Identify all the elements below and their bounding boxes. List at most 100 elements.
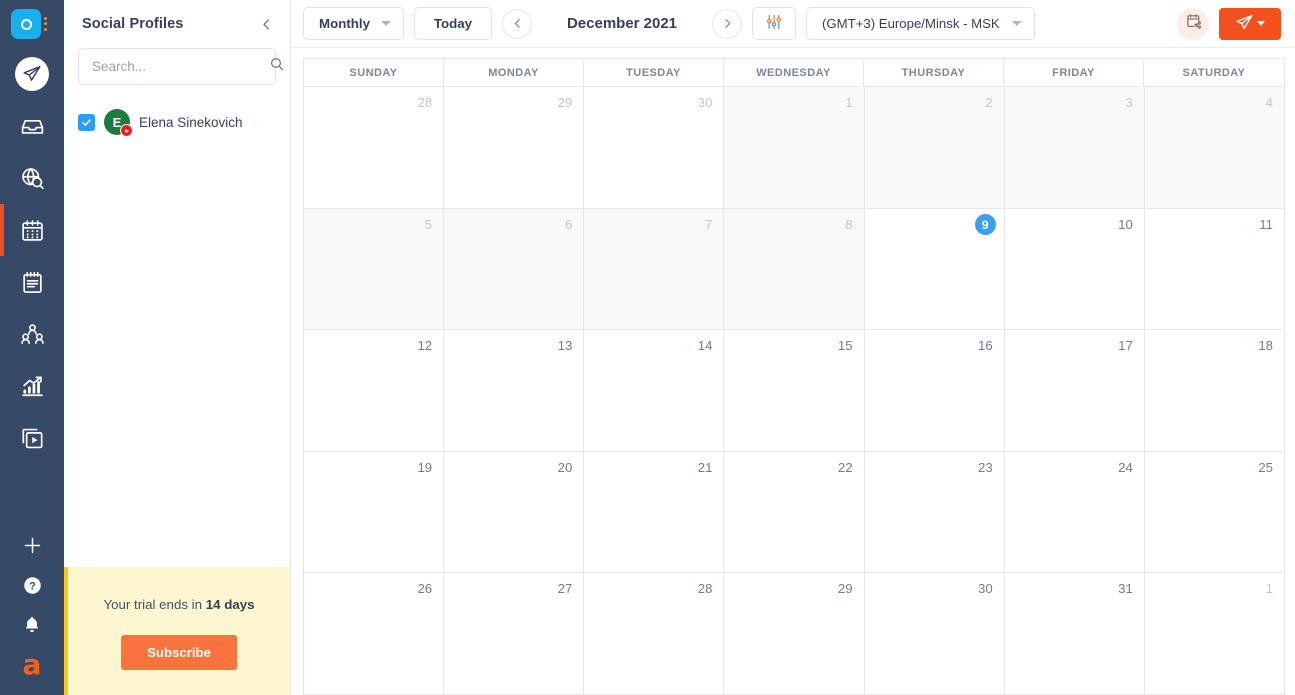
calendar-container: SUNDAY MONDAY TUESDAY WEDNESDAY THURSDAY… <box>291 48 1295 695</box>
ring-logo-icon[interactable] <box>11 9 41 39</box>
calendar-day-cell[interactable]: 31 <box>1004 573 1145 695</box>
question-circle-icon: ? <box>23 576 42 595</box>
calendar-share-icon <box>1185 13 1202 35</box>
calendar-day-cell[interactable]: 15 <box>724 330 865 452</box>
trial-text-prefix: Your trial ends in <box>103 597 206 612</box>
users-icon <box>20 322 45 347</box>
timezone-selector[interactable]: (GMT+3) Europe/Minsk - MSK <box>806 7 1035 40</box>
calendar-day-cell[interactable]: 28 <box>584 573 725 695</box>
day-number: 31 <box>1118 581 1133 597</box>
day-number: 25 <box>1258 459 1273 475</box>
sidebar-item-media[interactable] <box>0 412 64 464</box>
day-number: 18 <box>1258 338 1273 354</box>
subscribe-button[interactable]: Subscribe <box>121 635 237 670</box>
sidebar-header: Social Profiles <box>64 0 290 48</box>
sidebar-item-calendar[interactable] <box>0 204 64 256</box>
calendar-day-cell[interactable]: 23 <box>864 451 1005 574</box>
calendar-day-cell[interactable]: 7 <box>584 208 725 331</box>
calendar-day-cell[interactable]: 29 <box>724 573 865 695</box>
calendar-day-cell[interactable]: 24 <box>1004 451 1145 574</box>
list-item[interactable]: E Elena Sinekovich <box>78 109 276 137</box>
calendar-day-cell[interactable]: 16 <box>864 330 1005 452</box>
day-number: 24 <box>1118 459 1133 475</box>
next-month-button[interactable] <box>712 8 742 39</box>
day-number: 28 <box>417 95 433 110</box>
profile-checkbox[interactable] <box>78 113 95 131</box>
day-number: 22 <box>837 459 853 475</box>
calendar-day-cell[interactable]: 1 <box>1144 573 1285 695</box>
day-number: 15 <box>837 338 853 354</box>
day-number: 1 <box>845 95 853 110</box>
timezone-label: (GMT+3) Europe/Minsk - MSK <box>822 16 1000 31</box>
calendar-day-cell[interactable]: 12 <box>304 330 445 452</box>
profiles-list: E Elena Sinekovich <box>64 85 290 567</box>
notepad-icon <box>20 270 45 295</box>
calendar-day-cell[interactable]: 28 <box>304 87 445 209</box>
calendar-day-cell[interactable]: 4 <box>1144 87 1285 209</box>
day-number: 17 <box>1118 338 1133 354</box>
calendar-day-cell[interactable]: 11 <box>1144 208 1285 331</box>
inbox-icon <box>20 114 45 139</box>
day-number: 4 <box>1265 95 1273 110</box>
day-number: 29 <box>557 95 573 110</box>
view-selector[interactable]: Monthly <box>303 7 404 40</box>
brand-a-logo[interactable]: a <box>0 645 64 685</box>
day-number: 5 <box>424 216 433 232</box>
calendar-day-cell[interactable]: 14 <box>584 330 725 452</box>
calendar-day-cell[interactable]: 10 <box>1004 208 1145 331</box>
calendar-share-button[interactable] <box>1177 7 1209 40</box>
day-number: 29 <box>837 581 853 597</box>
day-number: 2 <box>985 95 993 110</box>
page-title: Social Profiles <box>82 16 184 32</box>
day-number: 30 <box>978 581 993 597</box>
chevron-down-icon <box>1257 21 1265 26</box>
calendar-day-cell[interactable]: 26 <box>304 573 445 695</box>
avatar: E <box>104 109 133 137</box>
calendar-day-cell[interactable]: 3 <box>1004 87 1145 209</box>
calendar-day-cell[interactable]: 22 <box>724 451 865 574</box>
sidebar-item-publish[interactable] <box>0 48 64 100</box>
sidebar-item-audience[interactable] <box>0 308 64 360</box>
sidebar-item-inbox[interactable] <box>0 100 64 152</box>
calendar-day-cell[interactable]: 1 <box>724 87 865 209</box>
calendar-day-cell[interactable]: 21 <box>584 451 725 574</box>
calendar-day-cell[interactable]: 27 <box>444 573 585 695</box>
calendar-day-cell[interactable]: 29 <box>444 87 585 209</box>
calendar-day-cell[interactable]: 2 <box>864 87 1005 209</box>
weekday-saturday: SATURDAY <box>1182 66 1246 79</box>
calendar-day-cell[interactable]: 30 <box>584 87 725 209</box>
filter-button[interactable] <box>752 7 796 40</box>
calendar-day-cell[interactable]: 13 <box>444 330 585 452</box>
calendar-day-cell[interactable]: 17 <box>1004 330 1145 452</box>
sidebar-item-discovery[interactable] <box>0 152 64 204</box>
calendar-weekday-header: SUNDAY MONDAY TUESDAY WEDNESDAY THURSDAY… <box>303 58 1285 86</box>
search-icon[interactable] <box>269 56 285 77</box>
rail-items <box>0 48 64 464</box>
calendar-day-cell[interactable]: 30 <box>864 573 1005 695</box>
day-number: 20 <box>557 459 573 475</box>
day-number: 12 <box>417 338 433 354</box>
calendar-day-cell[interactable]: 20 <box>444 451 585 574</box>
weekday-sunday: SUNDAY <box>304 59 444 86</box>
calendar-day-cell[interactable]: 25 <box>1144 451 1285 574</box>
compose-button[interactable] <box>1219 7 1281 40</box>
today-button[interactable]: Today <box>414 7 492 40</box>
sidebar-item-analytics[interactable] <box>0 360 64 412</box>
kebab-menu-icon[interactable] <box>44 16 47 32</box>
calendar-day-cell[interactable]: 6 <box>444 208 585 331</box>
calendar-day-cell[interactable]: 9 <box>864 208 1005 331</box>
calendar-day-cell[interactable]: 8 <box>724 208 865 331</box>
calendar-day-cell[interactable]: 18 <box>1144 330 1285 452</box>
notifications-button[interactable] <box>0 605 64 645</box>
prev-month-button[interactable] <box>502 8 532 39</box>
day-number: 30 <box>697 95 713 110</box>
chevron-left-icon[interactable] <box>256 14 276 34</box>
search-box[interactable] <box>78 48 284 85</box>
app-logo[interactable] <box>0 0 64 48</box>
help-button[interactable]: ? <box>0 565 64 605</box>
calendar-day-cell[interactable]: 19 <box>304 451 445 574</box>
add-button[interactable] <box>0 525 64 565</box>
calendar-day-cell[interactable]: 5 <box>304 208 445 331</box>
search-input[interactable] <box>92 59 269 74</box>
sidebar-item-notes[interactable] <box>0 256 64 308</box>
